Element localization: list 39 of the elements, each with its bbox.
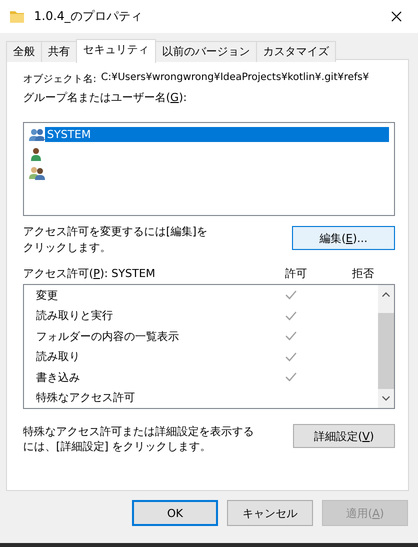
folder-icon (10, 10, 24, 23)
check-icon (285, 310, 297, 321)
column-header: 許可 (284, 266, 308, 281)
window-title: 1.0.4_のプロパティ (34, 8, 144, 25)
permission-name: 読み取り (36, 349, 81, 364)
permissions-label: アクセス許可(P): SYSTEM (23, 266, 156, 281)
permission-name: フォルダーの内容の一覧表示 (36, 328, 180, 344)
tab[interactable]: 共有 (41, 41, 77, 62)
dialog-button[interactable]: OK (132, 500, 218, 526)
principals-label: グループ名またはユーザー名(G): (23, 90, 188, 105)
scroll-up-icon[interactable] (382, 292, 390, 297)
tab[interactable]: セキュリティ (76, 39, 156, 63)
principals-list[interactable]: SYSTEM (23, 122, 395, 216)
advanced-button[interactable]: 詳細設定(V) (293, 424, 395, 448)
permission-name: 特殊なアクセス許可 (36, 390, 136, 406)
check-icon (285, 372, 297, 382)
scrollbar-thumb[interactable] (378, 313, 394, 389)
check-icon (285, 290, 297, 300)
permission-name: 書き込み (36, 370, 81, 385)
tab[interactable]: 全般 (6, 41, 42, 62)
advanced-hint: 特殊なアクセス許可または詳細設定を表示するには、[詳細設定] をクリックします。 (23, 424, 255, 454)
object-name-label: オブジェクト名: (23, 72, 98, 86)
check-icon (285, 331, 297, 342)
permission-name: 変更 (36, 288, 59, 303)
close-icon[interactable] (391, 11, 402, 22)
scrollbar[interactable] (378, 285, 394, 408)
column-header: 拒否 (351, 266, 375, 281)
scroll-down-icon[interactable] (382, 396, 390, 401)
edit-button[interactable]: 編集(E)... (292, 226, 395, 250)
user-group-icon (29, 128, 45, 142)
users-icon (29, 166, 45, 180)
edit-hint: アクセス許可を変更するには[編集]をクリックします。 (23, 224, 209, 256)
tab[interactable]: カスタマイズ (256, 41, 336, 62)
dialog-button[interactable]: キャンセル (227, 500, 313, 526)
tab[interactable]: 以前のバージョン (155, 41, 257, 62)
object-path: C:¥Users¥wrongwrong¥IdeaProjects¥kotlin¥.git¥refs¥ (101, 72, 370, 85)
principal-item[interactable]: SYSTEM (45, 127, 389, 142)
check-icon (285, 352, 297, 362)
permission-name: 読み取りと実行 (36, 308, 114, 324)
